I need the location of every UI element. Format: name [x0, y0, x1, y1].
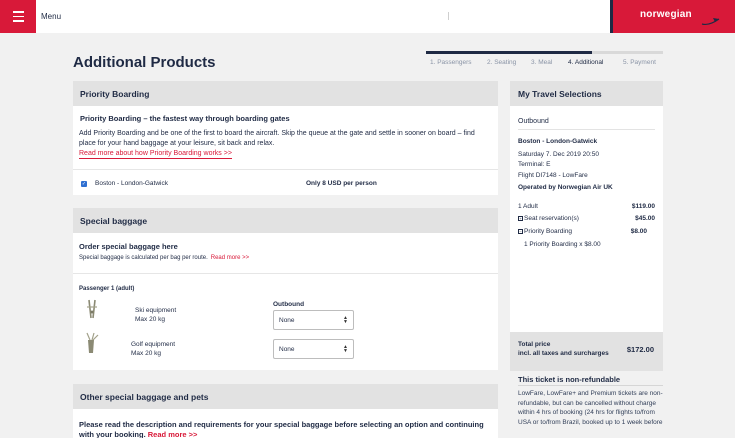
expand-plus-icon[interactable]: + — [518, 216, 523, 221]
price-line-label: Priority Boarding — [524, 228, 573, 235]
other-baggage-heading: Other special baggage and pets — [73, 384, 498, 409]
step-meal[interactable]: 3. Meal — [531, 59, 552, 66]
flight-date: Saturday 7. Dec 2019 20:50 — [518, 151, 599, 158]
golf-equipment-label: Golf equipment — [131, 341, 176, 348]
priority-boarding-price: Only 8 USD per person — [306, 180, 377, 187]
other-baggage-description: Please read the description and requirem… — [79, 420, 484, 438]
total-price-label: Total price incl. all taxes and surcharg… — [518, 341, 609, 358]
booking-steps: 1. Passengers 2. Seating 3. Meal 4. Addi… — [426, 59, 663, 69]
total-price-title: Total price — [518, 341, 551, 348]
special-baggage-heading: Special baggage — [73, 208, 498, 233]
price-line-adult: 1 Adult $119.00 — [518, 203, 655, 210]
non-refundable-title: This ticket is non-refundable — [518, 375, 621, 384]
priority-boarding-title: Priority Boarding – the fastest way thro… — [80, 114, 290, 123]
priority-boarding-heading: Priority Boarding — [73, 81, 498, 106]
price-line-priority-boarding[interactable]: − Priority Boarding $8.00 — [518, 228, 655, 235]
special-baggage-note: Special baggage is calculated per bag pe… — [79, 255, 249, 261]
price-line-label: Seat reservation(s) — [524, 215, 579, 222]
airplane-swoosh-icon — [701, 18, 720, 26]
divider — [73, 273, 498, 274]
booking-progress-bar — [426, 51, 663, 54]
step-payment[interactable]: 5. Payment — [623, 59, 656, 66]
travel-selections-heading: My Travel Selections — [510, 81, 663, 106]
select-arrows-icon: ▲ ▼ — [343, 344, 348, 354]
logo-text: norwegian — [640, 9, 692, 20]
select-arrows-icon: ▲ ▼ — [343, 315, 348, 325]
price-line-label: 1 Adult — [518, 203, 538, 210]
flight-number: Flight DI7148 - LowFare — [518, 172, 588, 179]
ski-equipment-max: Max 20 kg — [135, 316, 165, 323]
outbound-column-label: Outbound — [273, 301, 305, 308]
outbound-label: Outbound — [518, 118, 549, 125]
selected-route: Boston - London-Gatwick — [518, 138, 598, 145]
top-divider — [448, 12, 449, 20]
other-baggage-card: Other special baggage and pets Please re… — [73, 384, 498, 438]
price-line-seat-reservation[interactable]: + Seat reservation(s) $45.00 — [518, 215, 655, 222]
collapse-minus-icon[interactable]: − — [518, 229, 523, 234]
priority-boarding-description: Add Priority Boarding and be one of the … — [79, 130, 475, 147]
golf-equipment-select-value: None — [279, 346, 295, 353]
step-additional[interactable]: 4. Additional — [568, 59, 603, 66]
other-baggage-text: Please read the description and requirem… — [79, 420, 489, 438]
priority-boarding-checkbox[interactable]: ✓ — [81, 181, 87, 187]
price-line-amount: $8.00 — [630, 228, 647, 235]
norwegian-logo[interactable]: norwegian — [610, 0, 735, 33]
special-baggage-card: Special baggage Order special baggage he… — [73, 208, 498, 370]
price-line-amount: $45.00 — [635, 215, 655, 222]
total-price-subtitle: incl. all taxes and surcharges — [518, 349, 609, 357]
hamburger-menu-icon[interactable] — [0, 0, 36, 33]
special-baggage-note-text: Special baggage is calculated per bag pe… — [79, 255, 208, 261]
non-refundable-text: LowFare, LowFare+ and Premium tickets ar… — [518, 390, 663, 426]
total-price-box: Total price incl. all taxes and surcharg… — [510, 332, 663, 371]
priority-boarding-read-more-link[interactable]: Read more about how Priority Boarding wo… — [79, 150, 232, 159]
priority-boarding-card: Priority Boarding Priority Boarding – th… — [73, 81, 498, 195]
price-line-amount: $119.00 — [631, 203, 655, 210]
passenger-label: Passenger 1 (adult) — [79, 286, 135, 292]
golf-bag-icon — [86, 332, 99, 353]
priority-boarding-route: Boston - London-Gatwick — [95, 180, 168, 187]
progress-fill — [426, 51, 592, 54]
ski-equipment-label: Ski equipment — [135, 307, 177, 314]
step-passengers[interactable]: 1. Passengers — [430, 59, 472, 66]
golf-equipment-select[interactable]: None ▲ ▼ — [273, 339, 354, 359]
top-bar: Menu norwegian — [0, 0, 735, 33]
priority-boarding-subitem: 1 Priority Boarding x $8.00 — [524, 241, 601, 248]
page-title: Additional Products — [73, 54, 216, 71]
divider — [518, 129, 655, 130]
divider — [73, 169, 498, 170]
ski-equipment-select-value: None — [279, 317, 295, 324]
menu-label[interactable]: Menu — [41, 12, 61, 21]
flight-operator: Operated by Norwegian Air UK — [518, 184, 613, 191]
non-refundable-notice: This ticket is non-refundable LowFare, L… — [510, 371, 663, 438]
special-baggage-read-more-link[interactable]: Read more >> — [211, 255, 249, 261]
step-seating[interactable]: 2. Seating — [487, 59, 516, 66]
order-special-baggage-title: Order special baggage here — [79, 242, 178, 251]
golf-equipment-max: Max 20 kg — [131, 350, 161, 357]
total-price-amount: $172.00 — [626, 345, 654, 354]
divider — [518, 385, 663, 386]
flight-terminal: Terminal: E — [518, 161, 551, 168]
ski-equipment-select[interactable]: None ▲ ▼ — [273, 310, 354, 330]
travel-selections-panel: My Travel Selections Outbound Boston - L… — [510, 81, 663, 371]
ski-equipment-icon — [87, 299, 97, 319]
other-baggage-read-more-link[interactable]: Read more >> — [147, 430, 198, 438]
